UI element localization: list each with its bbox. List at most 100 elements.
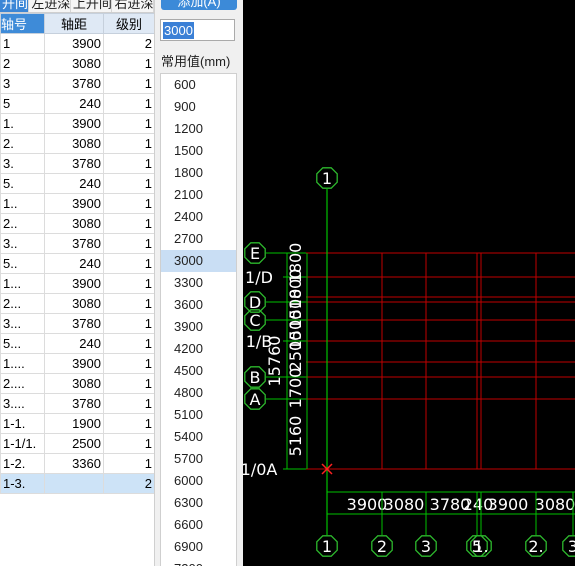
axis-distance-cell[interactable]: 3080 <box>44 133 104 154</box>
tab-left-depth[interactable]: 左进深 <box>29 0 71 12</box>
common-value-item[interactable]: 3300 <box>161 272 236 294</box>
axis-number-cell[interactable]: 3.. <box>0 233 45 254</box>
table-row[interactable]: 5 240 1 <box>0 93 154 114</box>
table-row[interactable]: 2 3080 1 <box>0 53 154 74</box>
table-row[interactable]: 2. 3080 1 <box>0 133 154 154</box>
axis-distance-cell[interactable]: 3080 <box>44 373 104 394</box>
common-value-item[interactable]: 3000 <box>161 250 236 272</box>
common-value-item[interactable]: 2100 <box>161 184 236 206</box>
axis-distance-cell[interactable]: 3080 <box>44 293 104 314</box>
table-row[interactable]: 5... 240 1 <box>0 333 154 354</box>
common-value-item[interactable]: 2400 <box>161 206 236 228</box>
column-header-axis-distance[interactable]: 轴距 <box>44 13 104 34</box>
common-value-item[interactable]: 900 <box>161 96 236 118</box>
table-row[interactable]: 3 3780 1 <box>0 73 154 94</box>
common-value-item[interactable]: 6900 <box>161 536 236 558</box>
column-header-level[interactable]: 级别 <box>103 13 154 34</box>
axis-distance-cell[interactable]: 240 <box>44 173 104 194</box>
value-input[interactable]: 3000 <box>160 19 235 41</box>
table-row[interactable]: 2.... 3080 1 <box>0 373 154 394</box>
level-cell[interactable]: 1 <box>103 373 154 394</box>
axis-distance-cell[interactable]: 3900 <box>44 33 104 54</box>
table-row[interactable]: 3.... 3780 1 <box>0 393 154 414</box>
common-value-item[interactable]: 1500 <box>161 140 236 162</box>
common-value-item[interactable]: 6600 <box>161 514 236 536</box>
common-value-item[interactable]: 4200 <box>161 338 236 360</box>
level-cell[interactable]: 1 <box>103 153 154 174</box>
column-header-axis-number[interactable]: 轴号 <box>0 13 45 34</box>
table-row[interactable]: 3... 3780 1 <box>0 313 154 334</box>
axis-number-cell[interactable]: 5 <box>0 93 45 114</box>
axis-distance-cell[interactable]: 3780 <box>44 233 104 254</box>
common-value-item[interactable]: 2700 <box>161 228 236 250</box>
axis-distance-cell[interactable]: 240 <box>44 93 104 114</box>
level-cell[interactable]: 1 <box>103 213 154 234</box>
axis-distance-cell[interactable]: 3360 <box>44 453 104 474</box>
level-cell[interactable]: 1 <box>103 413 154 434</box>
tab-bay[interactable]: 开间 <box>0 0 30 12</box>
axis-number-cell[interactable]: 2. <box>0 133 45 154</box>
table-row[interactable]: 1.... 3900 1 <box>0 353 154 374</box>
level-cell[interactable]: 1 <box>103 453 154 474</box>
axis-number-cell[interactable]: 3... <box>0 313 45 334</box>
table-row[interactable]: 1-1/1. 2500 1 <box>0 433 154 454</box>
axis-number-cell[interactable]: 3 <box>0 73 45 94</box>
common-value-item[interactable]: 7200 <box>161 558 236 566</box>
axis-number-cell[interactable]: 1-1. <box>0 413 45 434</box>
level-cell[interactable]: 1 <box>103 113 154 134</box>
axis-number-cell[interactable]: 1-2. <box>0 453 45 474</box>
level-cell[interactable]: 1 <box>103 313 154 334</box>
level-cell[interactable]: 1 <box>103 233 154 254</box>
axis-number-cell[interactable]: 2 <box>0 53 45 74</box>
level-cell[interactable]: 1 <box>103 73 154 94</box>
axis-number-cell[interactable]: 5. <box>0 173 45 194</box>
level-cell[interactable]: 1 <box>103 193 154 214</box>
axis-distance-cell[interactable]: 3780 <box>44 393 104 414</box>
level-cell[interactable]: 1 <box>103 253 154 274</box>
common-value-item[interactable]: 600 <box>161 74 236 96</box>
table-row[interactable]: 1-1. 1900 1 <box>0 413 154 434</box>
level-cell[interactable]: 2 <box>103 33 154 54</box>
axis-number-cell[interactable]: 3.... <box>0 393 45 414</box>
axis-distance-cell[interactable]: 3080 <box>44 213 104 234</box>
common-values-list[interactable]: 600 900 1200 1500 1800 2100 2400 2700 3000 3300 36… <box>160 73 237 566</box>
common-value-item[interactable]: 6000 <box>161 470 236 492</box>
axis-number-cell[interactable]: 5... <box>0 333 45 354</box>
level-cell[interactable]: 1 <box>103 53 154 74</box>
tab-right-depth[interactable]: 右进深 <box>112 0 154 12</box>
table-row[interactable]: 1-3. 2 <box>0 473 154 494</box>
table-row[interactable]: 1.. 3900 1 <box>0 193 154 214</box>
axis-distance-cell[interactable]: 3900 <box>44 193 104 214</box>
axis-number-cell[interactable]: 2... <box>0 293 45 314</box>
common-value-item[interactable]: 1200 <box>161 118 236 140</box>
level-cell[interactable]: 1 <box>103 353 154 374</box>
common-value-item[interactable]: 3900 <box>161 316 236 338</box>
common-value-item[interactable]: 3600 <box>161 294 236 316</box>
axis-distance-cell[interactable]: 3080 <box>44 53 104 74</box>
common-value-item[interactable]: 1800 <box>161 162 236 184</box>
add-button[interactable]: 添加(A) <box>161 0 237 10</box>
axis-distance-cell[interactable]: 3780 <box>44 153 104 174</box>
axis-distance-cell[interactable]: 3900 <box>44 353 104 374</box>
axis-number-cell[interactable]: 5.. <box>0 253 45 274</box>
axis-distance-cell[interactable]: 240 <box>44 333 104 354</box>
common-value-item[interactable]: 5100 <box>161 404 236 426</box>
table-row[interactable]: 5. 240 1 <box>0 173 154 194</box>
axis-number-cell[interactable]: 1 <box>0 33 45 54</box>
axis-number-cell[interactable]: 1-1/1. <box>0 433 45 454</box>
axis-distance-cell[interactable]: 1900 <box>44 413 104 434</box>
axis-distance-cell[interactable]: 3780 <box>44 313 104 334</box>
axis-number-cell[interactable]: 3. <box>0 153 45 174</box>
table-row[interactable]: 3. 3780 1 <box>0 153 154 174</box>
axis-distance-cell[interactable]: 3780 <box>44 73 104 94</box>
tab-top-bay[interactable]: 上开间 <box>71 0 113 12</box>
axis-distance-cell[interactable]: 240 <box>44 253 104 274</box>
table-row[interactable]: 5.. 240 1 <box>0 253 154 274</box>
axis-distance-cell[interactable] <box>44 473 104 494</box>
axis-number-cell[interactable]: 2.. <box>0 213 45 234</box>
table-row[interactable]: 3.. 3780 1 <box>0 233 154 254</box>
common-value-item[interactable]: 5700 <box>161 448 236 470</box>
level-cell[interactable]: 1 <box>103 133 154 154</box>
table-row[interactable]: 1... 3900 1 <box>0 273 154 294</box>
common-value-item[interactable]: 4800 <box>161 382 236 404</box>
